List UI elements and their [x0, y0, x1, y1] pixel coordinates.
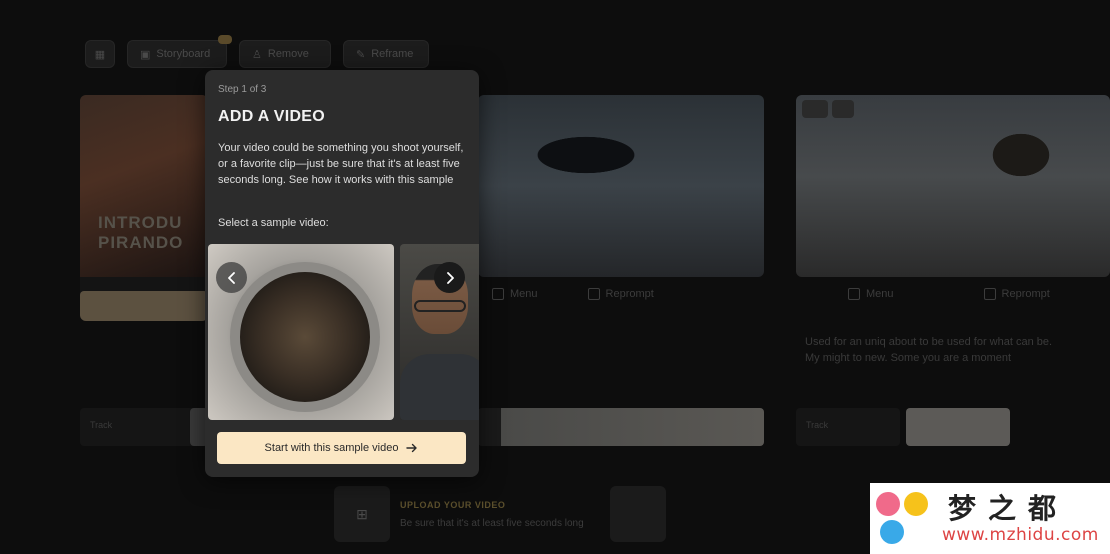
- card-3-description: Used for an uniq about to be used for wh…: [805, 336, 1053, 364]
- reprompt-icon: [587, 288, 600, 300]
- chevron-right-icon: [446, 271, 454, 284]
- arrow-right-icon: [406, 443, 418, 453]
- storyboard-tab[interactable]: ▣ Storyboard: [127, 35, 232, 68]
- carousel-next-button[interactable]: [434, 262, 465, 293]
- upload-subtitle: Be sure that it's at least five seconds …: [400, 518, 584, 529]
- track-row: Track: [80, 408, 208, 446]
- start-with-sample-button[interactable]: Start with this sample video: [217, 432, 466, 464]
- upload-box[interactable]: ⊞: [334, 486, 390, 542]
- reframe-tab[interactable]: ✎ Reframe: [343, 40, 429, 68]
- glasses: [414, 300, 466, 312]
- card-thumbnail: INTRODU PIRANDO: [80, 95, 208, 277]
- chevron-left-icon: [227, 271, 235, 284]
- upload-icon: ⊞: [356, 505, 368, 522]
- watermark-logo: [874, 488, 936, 550]
- washing-machine-drum: [230, 262, 380, 412]
- secondary-upload-box[interactable]: [610, 486, 666, 542]
- person-icon: ♙: [252, 48, 262, 61]
- track-row: [478, 408, 764, 446]
- step-indicator: Step 1 of 3: [218, 84, 267, 95]
- card-action-bar[interactable]: [80, 291, 208, 321]
- background-app: ▦ ▣ Storyboard ♙ Remove ✎ Reframe INTROD…: [0, 0, 1110, 554]
- upload-section[interactable]: ⊞ UPLOAD YOUR VIDEO Be sure that it's at…: [334, 486, 584, 542]
- person-torso: [400, 354, 479, 420]
- reprompt-action[interactable]: Reprompt: [587, 288, 654, 300]
- card-tag: [802, 100, 828, 118]
- card-thumbnail: [796, 95, 1110, 277]
- card-3-actions: Menu Reprompt: [848, 288, 1050, 300]
- project-card-3[interactable]: [796, 95, 1110, 277]
- menu-button[interactable]: ▦: [85, 40, 115, 68]
- project-card-2[interactable]: [478, 95, 764, 277]
- card-thumbnail-text: INTRODU PIRANDO: [98, 213, 184, 252]
- project-card-1[interactable]: INTRODU PIRANDO: [80, 95, 208, 321]
- card-tag: [832, 100, 854, 118]
- track-row: Track: [796, 408, 900, 446]
- grid-icon: ▦: [94, 48, 106, 61]
- sample-select-label: Select a sample video:: [218, 217, 329, 229]
- menu-action[interactable]: Menu: [492, 288, 538, 300]
- track-clip: [906, 408, 1010, 446]
- pen-icon: ✎: [356, 48, 366, 61]
- card-thumbnail: [478, 95, 764, 277]
- popover-description: Your video could be something you shoot …: [218, 142, 464, 186]
- card-2-actions: Menu Reprompt: [492, 288, 654, 300]
- reprompt-action[interactable]: Reprompt: [983, 288, 1050, 300]
- menu-icon: [492, 288, 504, 300]
- upload-title: UPLOAD YOUR VIDEO: [400, 500, 506, 510]
- popover-title: ADD A VIDEO: [218, 108, 326, 125]
- storyboard-icon: ▣: [140, 48, 151, 61]
- watermark-brand: 梦之都: [948, 492, 1069, 525]
- reprompt-icon: [983, 288, 996, 300]
- new-badge: [218, 35, 232, 44]
- remove-tab[interactable]: ♙ Remove: [239, 40, 331, 68]
- toolbar: ▦ ▣ Storyboard ♙ Remove ✎ Reframe: [85, 35, 429, 68]
- watermark: 梦之都 www.mzhidu.com: [870, 483, 1110, 554]
- menu-icon: [848, 288, 860, 300]
- menu-action[interactable]: Menu: [848, 288, 894, 300]
- carousel-prev-button[interactable]: [216, 262, 247, 293]
- watermark-url: www.mzhidu.com: [942, 525, 1099, 545]
